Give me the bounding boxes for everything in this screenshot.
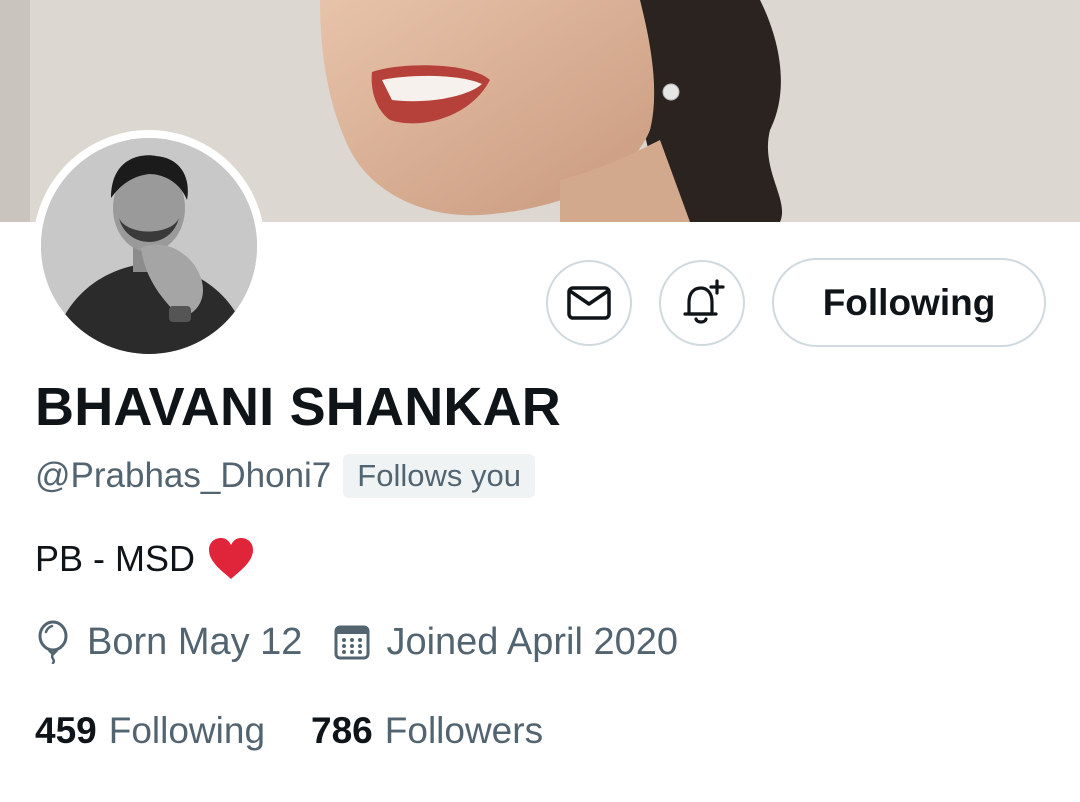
follows-you-badge: Follows you	[343, 454, 535, 498]
envelope-icon	[567, 286, 611, 320]
following-button[interactable]: Following	[772, 258, 1046, 347]
display-name: BHAVANI SHANKAR	[35, 377, 561, 437]
balloon-icon	[38, 620, 68, 664]
bio: PB - MSD	[35, 537, 255, 581]
following-count: 459	[35, 710, 97, 751]
message-button[interactable]	[546, 260, 632, 346]
joined-item: Joined April 2020	[334, 621, 678, 664]
avatar[interactable]	[41, 138, 257, 354]
bell-plus-icon	[683, 279, 725, 324]
profile-meta: Born May 12 Joined April 2020	[35, 620, 678, 664]
followers-count: 786	[311, 710, 373, 751]
avatar-frame[interactable]	[33, 130, 265, 362]
birthday-item: Born May 12	[35, 620, 302, 664]
followers-stat-link[interactable]: 786 Followers	[311, 710, 543, 752]
birthday-text: Born May 12	[87, 620, 303, 663]
following-label: Following	[108, 710, 266, 751]
following-stat-link[interactable]: 459 Following	[35, 710, 265, 752]
bio-text: PB - MSD	[35, 538, 196, 579]
notify-button[interactable]	[659, 260, 745, 346]
calendar-icon	[334, 625, 370, 660]
user-handle: @Prabhas_Dhoni7	[35, 456, 332, 495]
handle-row: @Prabhas_Dhoni7 Follows you	[35, 453, 535, 499]
followers-label: Followers	[384, 710, 544, 751]
joined-text: Joined April 2020	[386, 620, 679, 663]
follow-stats: 459 Following 786 Followers	[35, 710, 543, 752]
avatar-photo	[41, 138, 257, 354]
red-heart-icon	[209, 538, 254, 579]
